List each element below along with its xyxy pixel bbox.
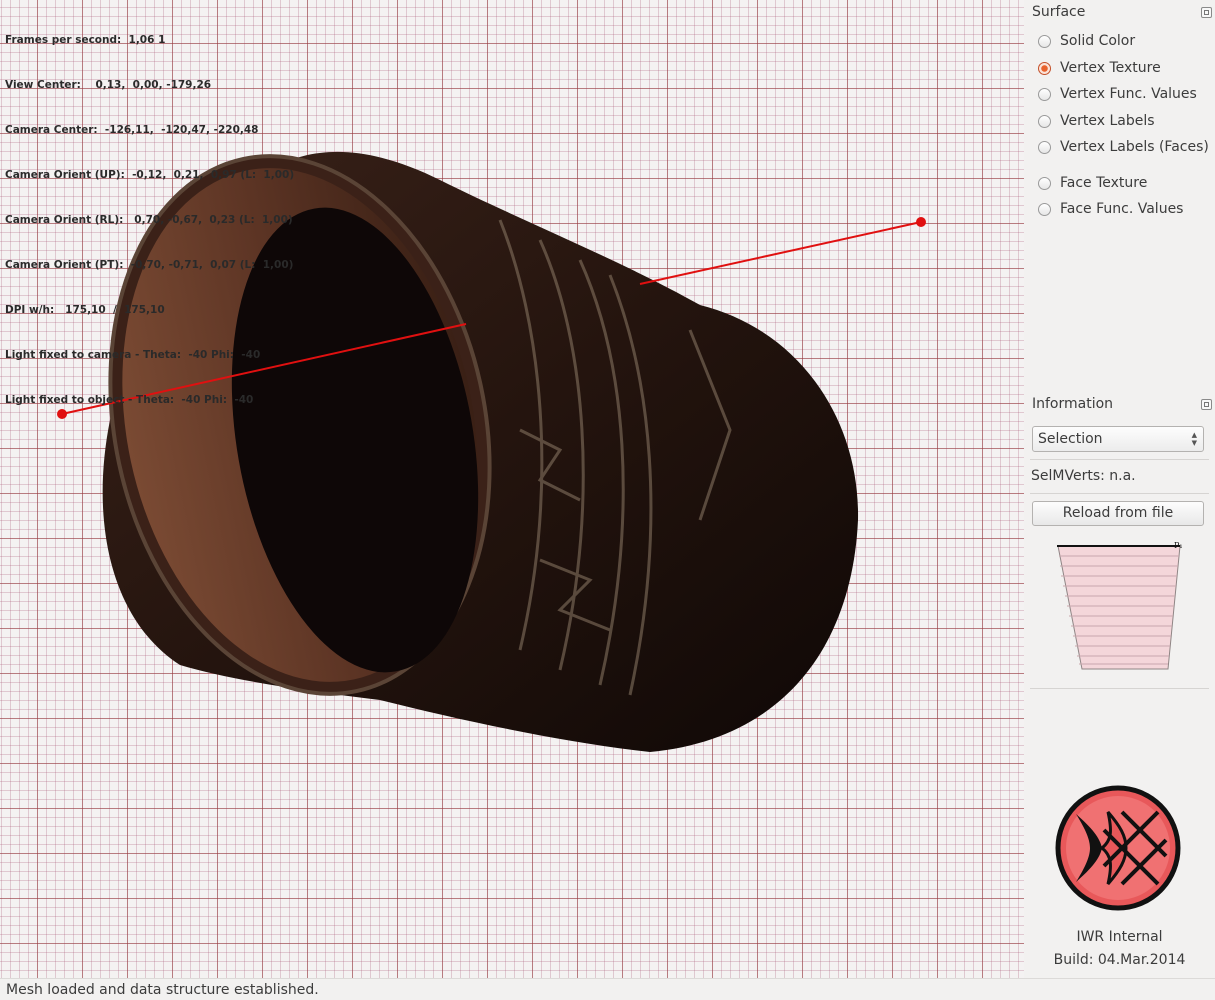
selmverts-info: SelMVerts: n.a. [1031, 468, 1136, 484]
divider [1030, 688, 1209, 689]
divider [1030, 493, 1209, 494]
information-panel-title: Information [1032, 396, 1114, 412]
status-bar: Mesh loaded and data structure establish… [0, 978, 1215, 1000]
radio-icon[interactable] [1038, 140, 1051, 154]
surface-panel-title: Surface [1032, 4, 1086, 20]
radio-label: Vertex Labels (Faces) [1060, 139, 1209, 155]
radio-label: Vertex Labels [1060, 113, 1155, 129]
build-date: Build: 04.Mar.2014 [1053, 952, 1186, 968]
float-window-icon[interactable] [1201, 399, 1212, 410]
profile-point-label: P₁ [1174, 541, 1183, 550]
3d-viewport[interactable]: Frames per second: 1,06 1 View Center: 0… [0, 0, 1024, 978]
viewport-info-overlay: Frames per second: 1,06 1 View Center: 0… [5, 3, 294, 438]
float-window-icon[interactable] [1201, 7, 1212, 18]
radio-icon[interactable] [1038, 202, 1051, 216]
divider [1030, 459, 1209, 460]
radio-checked-icon[interactable] [1038, 61, 1051, 75]
hud-camera-orient-rl: Camera Orient (RL): 0,70, -0,67, 0,23 (L… [5, 214, 293, 226]
profile-preview: P₁ [1057, 541, 1183, 670]
iwr-logo-icon [1055, 785, 1181, 911]
radio-label: Face Texture [1060, 175, 1148, 191]
radio-vertex-texture[interactable]: Vertex Texture [1038, 58, 1161, 78]
radio-label: Vertex Texture [1060, 60, 1161, 76]
radio-face-func-values[interactable]: Face Func. Values [1038, 199, 1183, 219]
hud-fps: Frames per second: 1,06 1 [5, 34, 166, 46]
radio-icon[interactable] [1038, 114, 1051, 128]
hud-camera-orient-pt: Camera Orient (PT): -0,70, -0,71, 0,07 (… [5, 259, 294, 271]
right-sidebar: Surface Solid Color Vertex Texture Verte… [1024, 0, 1215, 978]
radio-face-texture[interactable]: Face Texture [1038, 173, 1147, 193]
reload-from-file-button[interactable]: Reload from file [1032, 501, 1204, 526]
hud-light-camera: Light fixed to camera - Theta: -40 Phi: … [5, 349, 261, 361]
hud-camera-center: Camera Center: -126,11, -120,47, -220,48 [5, 124, 259, 136]
build-name: IWR Internal [1076, 929, 1163, 945]
measure-line-back [639, 221, 922, 285]
selection-combobox[interactable]: Selection ▲ ▼ [1032, 426, 1204, 452]
radio-vertex-labels[interactable]: Vertex Labels [1038, 111, 1155, 131]
updown-arrows-icon: ▲ ▼ [1191, 431, 1197, 447]
radio-icon[interactable] [1038, 34, 1051, 48]
hud-light-object: Light fixed to object - Theta: -40 Phi: … [5, 394, 254, 406]
measure-point-end[interactable] [916, 217, 926, 227]
radio-icon[interactable] [1038, 176, 1051, 190]
radio-vertex-labels-faces[interactable]: Vertex Labels (Faces) [1038, 137, 1209, 157]
hud-dpi: DPI w/h: 175,10 / 175,10 [5, 304, 165, 316]
radio-label: Face Func. Values [1060, 201, 1184, 217]
radio-solid-color[interactable]: Solid Color [1038, 31, 1135, 51]
hud-camera-orient-up: Camera Orient (UP): -0,12, 0,21, 0,97 (L… [5, 169, 295, 181]
radio-label: Vertex Func. Values [1060, 86, 1197, 102]
status-message: Mesh loaded and data structure establish… [6, 982, 319, 998]
hud-view-center: View Center: 0,13, 0,00, -179,26 [5, 79, 212, 91]
radio-label: Solid Color [1060, 33, 1136, 49]
radio-icon[interactable] [1038, 87, 1051, 101]
radio-vertex-func-values[interactable]: Vertex Func. Values [1038, 84, 1197, 104]
combo-value: Selection [1038, 431, 1103, 447]
